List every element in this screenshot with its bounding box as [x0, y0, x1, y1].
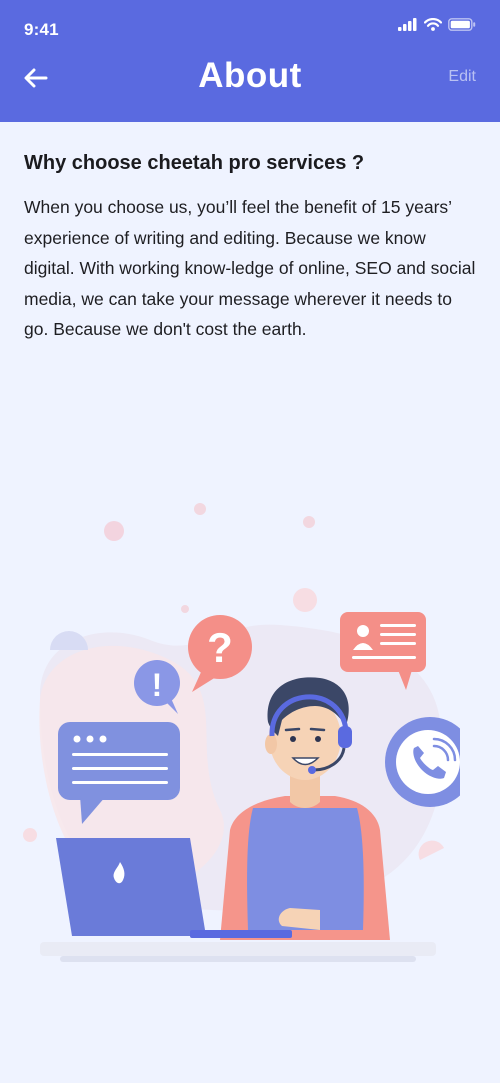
about-content: Why choose cheetah pro services ? When y…	[24, 148, 476, 345]
status-time: 9:41	[24, 20, 59, 39]
signal-icon	[398, 18, 417, 31]
page-title: About	[198, 56, 302, 95]
exclamation-mark-text: !	[152, 667, 163, 703]
desk	[40, 942, 436, 956]
decor-dot	[104, 521, 124, 541]
decor-dot	[194, 503, 206, 515]
about-body: When you choose us, you’ll feel the bene…	[24, 197, 476, 339]
wifi-icon	[424, 18, 442, 31]
status-bar: 9:41	[0, 0, 500, 58]
support-illustration-svg: ? !	[23, 503, 475, 962]
decor-dot	[181, 605, 189, 613]
status-icons	[398, 18, 476, 31]
decor-dot	[293, 588, 317, 612]
question-mark-text: ?	[207, 624, 233, 671]
decor-half-circle	[50, 631, 88, 650]
edit-button[interactable]: Edit	[448, 68, 476, 86]
support-illustration: ? !	[20, 490, 475, 990]
decor-half-circle	[418, 840, 444, 860]
decor-dot	[303, 516, 315, 528]
app-header: 9:41 About Edit	[0, 0, 500, 122]
battery-icon	[448, 18, 476, 31]
decor-dot	[23, 828, 37, 842]
about-heading: Why choose cheetah pro services ?	[24, 152, 365, 174]
desk-shadow	[60, 956, 416, 962]
